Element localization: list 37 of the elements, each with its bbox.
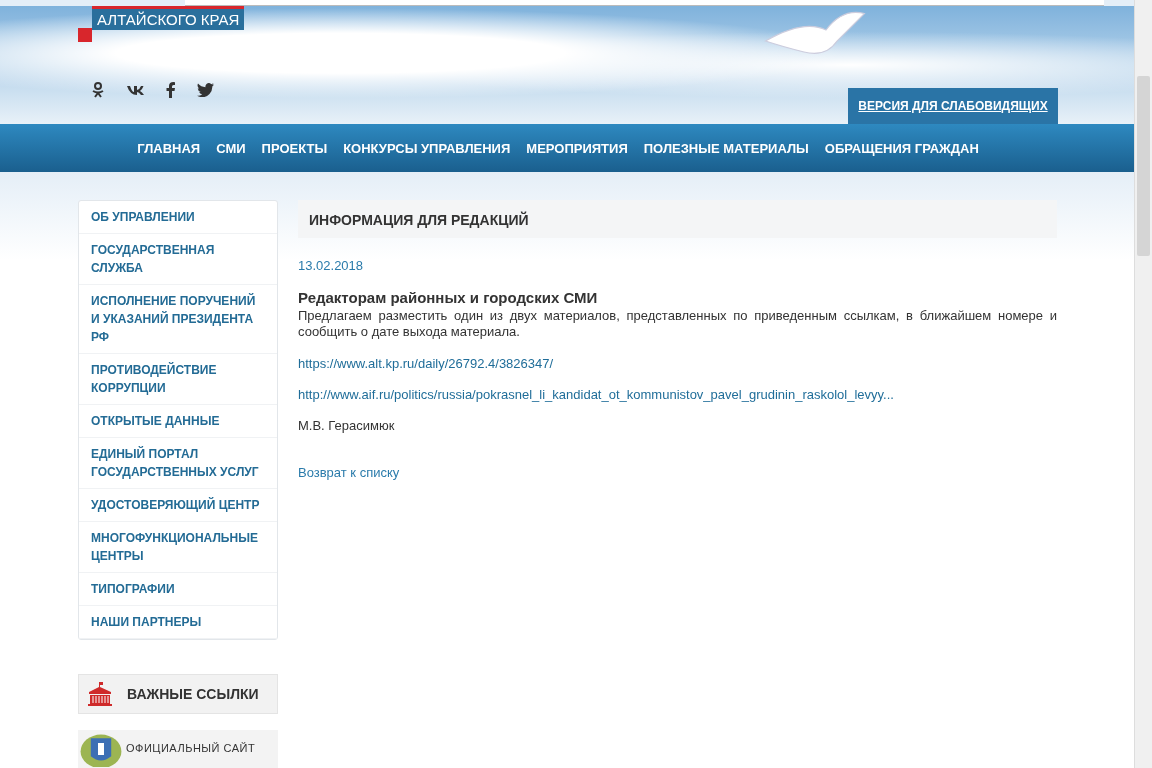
logo-text: АЛТАЙСКОГО КРАЯ — [92, 6, 245, 30]
article-text: Предлагаем разместить один из двух материалов, представленных по приведенным ссылкам, в ближайшем номере и сообщить о дате выхода материала. — [298, 308, 1057, 340]
back-link[interactable]: Возврат к списку — [298, 465, 1057, 480]
sidebar-item[interactable]: ГОСУДАРСТВЕННАЯ СЛУЖБА — [79, 234, 277, 285]
nav-link[interactable]: ГЛАВНАЯ — [137, 140, 201, 156]
twitter-icon[interactable] — [197, 83, 214, 97]
vk-icon[interactable] — [126, 84, 144, 96]
scrollbar[interactable] — [1134, 0, 1152, 768]
accessibility-link[interactable]: ВЕРСИЯ ДЛЯ СЛАБОВИДЯЩИХ — [848, 88, 1058, 124]
sidebar-item[interactable]: УДОСТОВЕРЯЮЩИЙ ЦЕНТР — [79, 489, 277, 522]
sidebar-item[interactable]: ТИПОГРАФИИ — [79, 573, 277, 606]
author-name: М.В. Герасимюк — [298, 418, 396, 433]
odnoklassniki-icon[interactable] — [92, 82, 104, 98]
article-date: 13.02.2018 — [298, 258, 365, 273]
sidebar-item[interactable]: ОТКРЫТЫЕ ДАННЫЕ — [79, 405, 277, 438]
nav-link[interactable]: КОНКУРСЫ УПРАВЛЕНИЯ — [343, 140, 511, 156]
sidebar-item[interactable]: ПРОТИВОДЕЙСТВИЕ КОРРУПЦИИ — [79, 354, 277, 405]
sidebar-item[interactable]: НАШИ ПАРТНЕРЫ — [79, 606, 277, 639]
sidebar-item[interactable]: МНОГОФУНКЦИОНАЛЬНЫЕ ЦЕНТРЫ — [79, 522, 277, 573]
nav-link[interactable]: ОБРАЩЕНИЯ ГРАЖДАН — [824, 140, 979, 156]
article-link[interactable]: https://www.alt.kp.ru/daily/26792.4/3826347/ — [298, 356, 1057, 371]
links-title: ВАЖНЫЕ ССЫЛКИ — [127, 686, 259, 702]
logo-square-icon — [78, 28, 92, 42]
nav-link[interactable]: МЕРОПРИЯТИЯ — [526, 140, 628, 156]
nav-link[interactable]: ПОЛЕЗНЫЕ МАТЕРИАЛЫ — [643, 140, 809, 156]
building-icon — [87, 682, 113, 706]
article-link[interactable]: http://www.aif.ru/politics/russia/pokrasnel_li_kandidat_ot_kommunistov_pavel_grudinin_raskolol_levyy... — [298, 387, 1057, 402]
article-title: Редакторам районных и городских СМИ — [298, 289, 599, 306]
link-card[interactable]: ОФИЦИАЛЬНЫЙ САЙТ — [78, 730, 278, 768]
sidebar-item[interactable]: ЕДИНЫЙ ПОРТАЛ ГОСУДАРСТВЕННЫХ УСЛУГ — [79, 438, 277, 489]
sidebar-item[interactable]: ОБ УПРАВЛЕНИИ — [79, 201, 277, 234]
sidebar-item[interactable]: ИСПОЛНЕНИЕ ПОРУЧЕНИЙ И УКАЗАНИЙ ПРЕЗИДЕНТА РФ — [79, 285, 277, 354]
section-title: ИНФОРМАЦИЯ ДЛЯ РЕДАКЦИЙ — [298, 200, 1057, 238]
nav-link[interactable]: ПРОЕКТЫ — [261, 140, 328, 156]
facebook-icon[interactable] — [166, 82, 175, 98]
link-card-text: ОФИЦИАЛЬНЫЙ САЙТ — [126, 742, 256, 754]
nav-link[interactable]: СМИ — [216, 140, 246, 156]
